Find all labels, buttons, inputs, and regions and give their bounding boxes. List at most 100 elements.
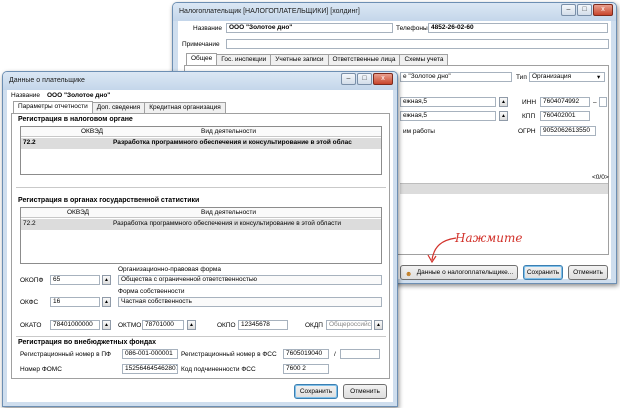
okdp-field[interactable]: Общероссийский [326, 320, 372, 330]
back-inn-label: ИНН [522, 99, 537, 106]
tax-group-bottom [16, 187, 386, 188]
front-client: Название ООО "Золотое дно" Параметры отч… [7, 90, 393, 402]
fss-code-field[interactable]: 7600 2 [283, 364, 329, 374]
tab-credit-org[interactable]: Кредитная организация [144, 102, 226, 113]
table-row[interactable]: 72.2 Разработка программного обеспечения… [21, 219, 381, 230]
back-note-field[interactable] [226, 39, 609, 49]
stat-col-okved[interactable]: ОКВЭД [67, 209, 89, 216]
back-type-label: Тип [516, 74, 527, 81]
front-name-label: Название [11, 92, 41, 99]
okdp-pick-icon[interactable]: ▲ [374, 320, 383, 330]
okato-label: ОКАТО [20, 322, 42, 329]
back-titlebar[interactable]: Налогоплательщик [НАЛОГОПЛАТЕЛЬЩИКИ] [хо… [173, 3, 616, 21]
front-titlebar[interactable]: Данные о плательщике – □ x [3, 72, 397, 90]
tax-group-title: Регистрация в налоговом органе [18, 116, 133, 123]
okfs-field[interactable]: 16 [50, 297, 100, 307]
fss-label: Регистрационный номер в ФСС [181, 351, 277, 358]
okopf-field[interactable]: 65 [50, 275, 100, 285]
okopf-label: ОКОПФ [20, 277, 44, 284]
funds-group-title: Регистрация во внебюджетных фондах [18, 339, 157, 346]
back-address1[interactable]: ежная,5 [400, 97, 496, 107]
back-ogrn-label: ОГРН [518, 128, 536, 135]
okdp-label: ОКДП [305, 322, 323, 329]
back-inn-extra: – [593, 99, 597, 106]
front-tab-panel: Регистрация в налоговом органе ОКВЭД Вид… [11, 113, 390, 379]
minimize-icon[interactable]: – [561, 4, 576, 16]
fss-extra: / [334, 351, 336, 358]
tab-gov-inspections[interactable]: Гос. инспекции [216, 54, 272, 65]
front-window: Данные о плательщике – □ x Название ООО … [2, 71, 398, 407]
okfs-text: Частная собственность [118, 297, 382, 307]
stat-group-bottom [16, 336, 386, 337]
stat-col-activity[interactable]: Вид деятельности [201, 209, 256, 216]
back-kpp-field[interactable]: 760402001 [540, 111, 590, 121]
tab-schemes[interactable]: Схемы учета [399, 54, 449, 65]
back-fragment-name[interactable]: е "Золотое дно" [400, 72, 512, 82]
table-row[interactable]: 72.2 Разработка программного обеспечения… [21, 138, 381, 149]
okpo-label: ОКПО [217, 322, 236, 329]
front-window-title: Данные о плательщике [9, 77, 85, 84]
address2-pick-icon[interactable]: ▲ [499, 111, 508, 121]
pf-label: Регистрационный номер в ПФ [20, 351, 111, 358]
okopf-text: Общества с ограниченной ответственностью [118, 275, 382, 285]
tax-col-okved[interactable]: ОКВЭД [81, 128, 103, 135]
back-name-label: Название [193, 25, 223, 32]
oktmo-pick-icon[interactable]: ▲ [187, 320, 196, 330]
fss-extra-field[interactable] [340, 349, 380, 359]
oktmo-field[interactable]: 78701000 [142, 320, 184, 330]
stat-group-title: Регистрация в органах государственной ст… [18, 197, 200, 204]
back-address2[interactable]: ежная,5 [400, 111, 496, 121]
maximize-icon[interactable]: □ [577, 4, 592, 16]
close-icon[interactable]: x [373, 73, 393, 85]
okpo-field[interactable]: 12345678 [238, 320, 288, 330]
okfs-pick-icon[interactable]: ▲ [102, 297, 111, 307]
okato-field[interactable]: 78401000000 [50, 320, 100, 330]
tab-general[interactable]: Общее [186, 53, 218, 65]
front-save-button[interactable]: Сохранить [294, 384, 338, 399]
back-pager: <0/0> [592, 174, 609, 181]
back-grid-selection [400, 184, 608, 194]
type-dropdown-icon[interactable]: ▾ [597, 73, 600, 81]
okfs-label: ОКФС [20, 299, 39, 306]
back-phones-label: Телефоны [396, 25, 428, 32]
okopf-pick-icon[interactable]: ▲ [102, 275, 111, 285]
back-work-label: им работы [403, 128, 435, 135]
back-inn-field[interactable]: 7604074992 [540, 97, 590, 107]
tab-report-params[interactable]: Параметры отчетности [13, 101, 93, 113]
oktmo-label: ОКТМО [118, 322, 142, 329]
back-type-select[interactable]: Организация [529, 72, 605, 82]
fss-code-label: Код подчиненности ФСС [181, 366, 256, 373]
foms-field[interactable]: 152564645462807 [122, 364, 178, 374]
tax-row-activity: Разработка программного обеспечения и ко… [113, 139, 352, 146]
front-cancel-button[interactable]: Отменить [343, 384, 387, 399]
fss-field[interactable]: 7605019040 [283, 349, 329, 359]
tax-grid-header: ОКВЭД Вид деятельности [21, 127, 381, 137]
back-kpp-label: КПП [522, 113, 536, 120]
minimize-icon[interactable]: – [341, 73, 356, 85]
opf-section-label: Организационно-правовая форма [118, 266, 221, 273]
back-cancel-button[interactable]: Отменить [568, 265, 608, 280]
tax-row-okved: 72.2 [23, 139, 36, 146]
tax-grid: ОКВЭД Вид деятельности 72.2 Разработка п… [20, 126, 382, 175]
address1-pick-icon[interactable]: ▲ [499, 97, 508, 107]
annotation-arrow-icon [427, 237, 457, 264]
pf-field[interactable]: 086-001-000001 [122, 349, 178, 359]
tax-col-activity[interactable]: Вид деятельности [201, 128, 256, 135]
back-phones-field[interactable]: 4852-26-02-60 [428, 23, 608, 33]
back-name-field[interactable]: ООО "Золотое дно" [226, 23, 393, 33]
user-icon: ☻ [405, 271, 413, 278]
tab-extra-info[interactable]: Доп. сведения [91, 102, 146, 113]
stat-grid: ОКВЭД Вид деятельности 72.2 Разработка п… [20, 207, 382, 264]
maximize-icon[interactable]: □ [357, 73, 372, 85]
okato-pick-icon[interactable]: ▲ [102, 320, 111, 330]
close-icon[interactable]: x [593, 4, 613, 16]
back-inn-extra-field[interactable] [599, 97, 607, 107]
tab-responsible[interactable]: Ответственные лица [327, 54, 401, 65]
fs-section-label: Форма собственности [118, 288, 185, 295]
back-ogrn-field[interactable]: 905206261355​0 [540, 126, 596, 136]
tab-accounts[interactable]: Учетные записи [270, 54, 329, 65]
stat-row-activity: Разработка программного обеспечения и ко… [113, 220, 341, 227]
back-window-title: Налогоплательщик [НАЛОГОПЛАТЕЛЬЩИКИ] [хо… [179, 8, 360, 15]
back-save-button[interactable]: Сохранить [523, 265, 563, 280]
stat-grid-header: ОКВЭД Вид деятельности [21, 208, 381, 218]
